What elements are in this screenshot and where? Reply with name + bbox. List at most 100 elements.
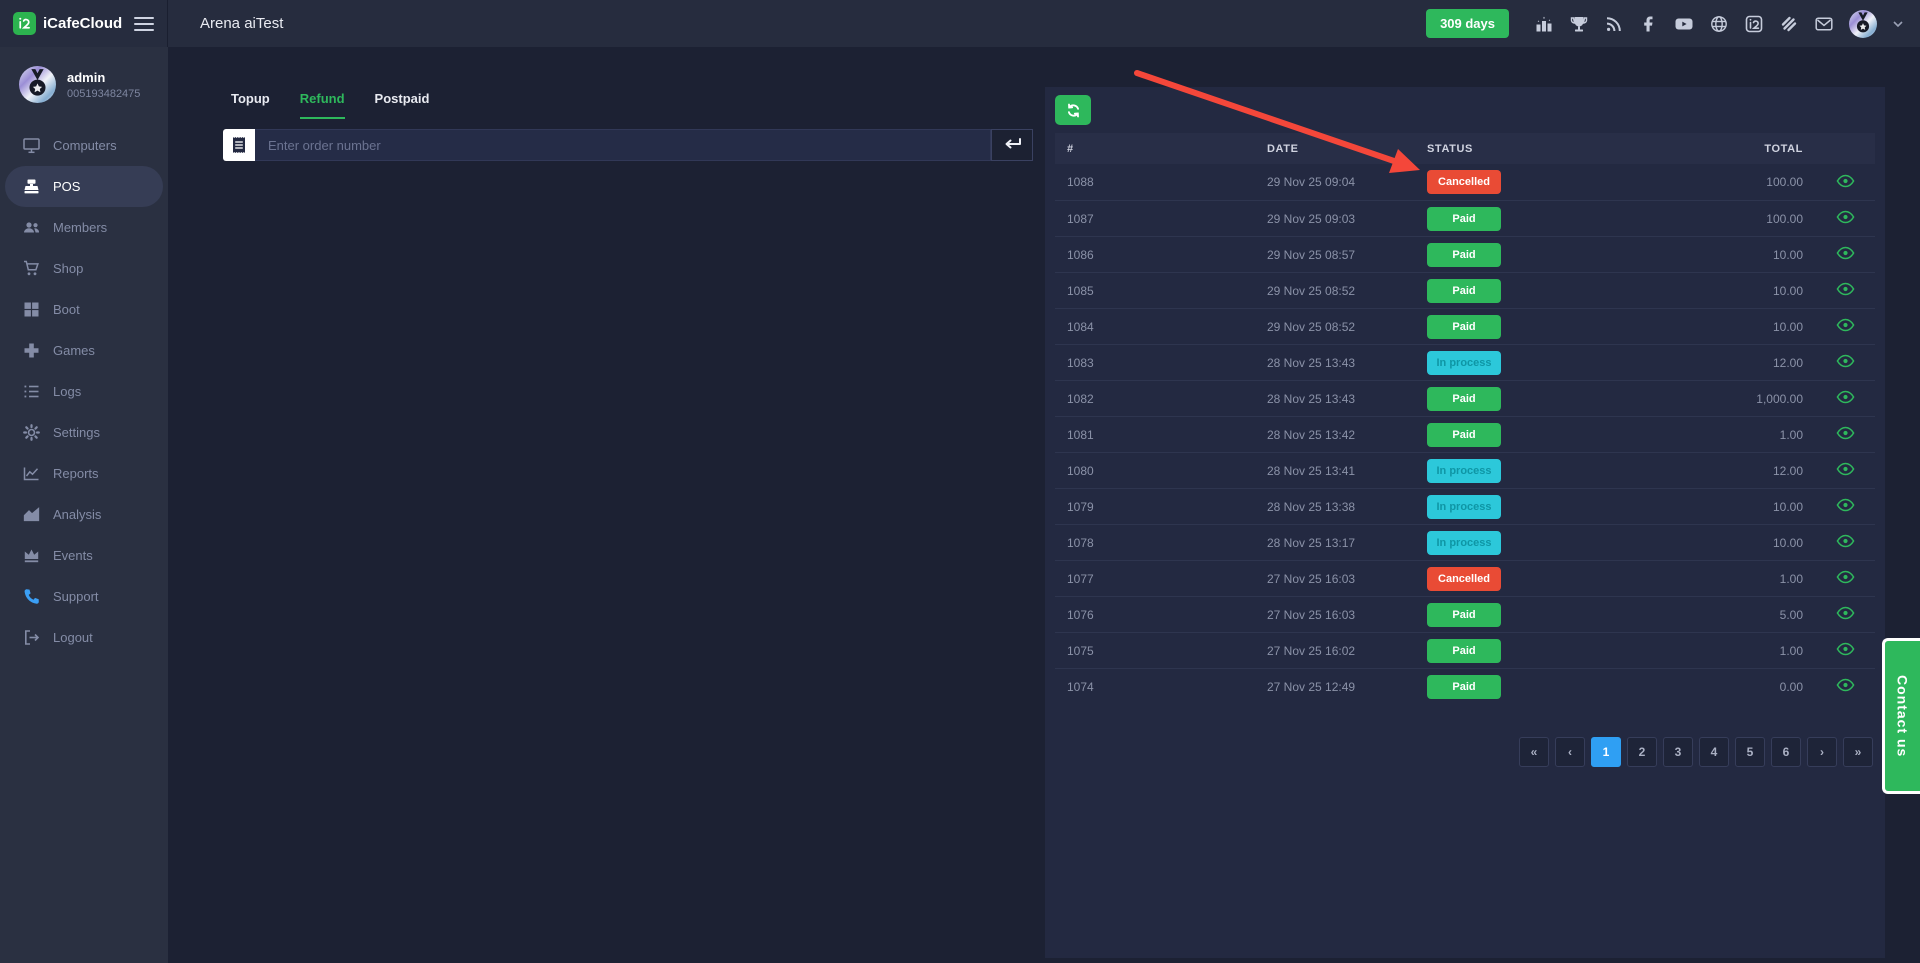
status-badge: Cancelled — [1427, 567, 1501, 591]
sidebar-item-members[interactable]: Members — [0, 207, 168, 248]
sidebar-item-logout[interactable]: Logout — [0, 617, 168, 658]
rss-icon[interactable] — [1604, 14, 1624, 34]
sidebar-item-logs[interactable]: Logs — [0, 371, 168, 412]
status-badge: In process — [1427, 531, 1501, 555]
sidebar-item-shop[interactable]: Shop — [0, 248, 168, 289]
order-id: 1083 — [1055, 356, 1255, 370]
sidebar-item-label: Logs — [53, 384, 81, 399]
view-order-button[interactable] — [1815, 678, 1875, 692]
order-id: 1080 — [1055, 464, 1255, 478]
youtube-icon[interactable] — [1674, 14, 1694, 34]
tab-refund[interactable]: Refund — [300, 91, 345, 119]
sidebar-item-events[interactable]: Events — [0, 535, 168, 576]
sidebar-item-computers[interactable]: Computers — [0, 125, 168, 166]
user-name: admin — [67, 70, 140, 85]
pagination-page-3[interactable]: 3 — [1663, 737, 1693, 767]
sidebar-item-label: Computers — [53, 138, 117, 153]
games-icon — [23, 342, 40, 359]
pagination-first[interactable]: « — [1519, 737, 1549, 767]
sidebar-item-analysis[interactable]: Analysis — [0, 494, 168, 535]
sidebar-item-boot[interactable]: Boot — [0, 289, 168, 330]
sidebar-item-reports[interactable]: Reports — [0, 453, 168, 494]
trophy-icon[interactable] — [1569, 14, 1589, 34]
sidebar-item-games[interactable]: Games — [0, 330, 168, 371]
pagination-page-6[interactable]: 6 — [1771, 737, 1801, 767]
status-badge: In process — [1427, 459, 1501, 483]
hamburger-menu-icon[interactable] — [134, 17, 154, 31]
chevron-down-icon[interactable] — [1892, 18, 1904, 30]
sidebar-item-label: Analysis — [53, 507, 101, 522]
ranking-icon[interactable] — [1534, 14, 1554, 34]
view-order-button[interactable] — [1815, 390, 1875, 404]
table-row: 1087 29 Nov 25 09:03 Paid 100.00 — [1055, 200, 1875, 236]
order-id: 1086 — [1055, 248, 1255, 262]
icafecloud-site-icon[interactable] — [1744, 14, 1764, 34]
view-order-button[interactable] — [1815, 606, 1875, 620]
order-total: 100.00 — [1695, 212, 1815, 226]
order-date: 28 Nov 25 13:17 — [1255, 536, 1415, 550]
view-order-button[interactable] — [1815, 174, 1875, 188]
refresh-button[interactable] — [1055, 95, 1091, 125]
table-row: 1075 27 Nov 25 16:02 Paid 1.00 — [1055, 632, 1875, 668]
order-date: 27 Nov 25 16:03 — [1255, 608, 1415, 622]
contact-us-button[interactable]: Contact us — [1882, 638, 1920, 794]
computers-icon — [23, 137, 40, 154]
view-order-button[interactable] — [1815, 534, 1875, 548]
layers-icon[interactable] — [1779, 14, 1799, 34]
pagination-next[interactable]: › — [1807, 737, 1837, 767]
page-title: Arena aiTest — [200, 15, 283, 32]
view-order-button[interactable] — [1815, 246, 1875, 260]
sidebar-user[interactable]: admin 005193482475 — [0, 47, 168, 111]
brand-name: iCafeCloud — [43, 15, 134, 32]
order-total: 0.00 — [1695, 680, 1815, 694]
user-avatar[interactable] — [1849, 10, 1877, 38]
shop-icon — [23, 260, 40, 277]
order-id: 1087 — [1055, 212, 1255, 226]
icafecloud-logo-icon[interactable] — [13, 12, 36, 35]
boot-icon — [23, 301, 40, 318]
subscription-days-button[interactable]: 309 days — [1426, 9, 1509, 38]
status-badge: Paid — [1427, 603, 1501, 627]
order-total: 1.00 — [1695, 644, 1815, 658]
sidebar-item-pos[interactable]: POS — [5, 166, 163, 207]
facebook-icon[interactable] — [1639, 14, 1659, 34]
view-order-button[interactable] — [1815, 462, 1875, 476]
order-search — [223, 129, 1033, 161]
view-order-button[interactable] — [1815, 318, 1875, 332]
status-badge: In process — [1427, 495, 1501, 519]
pagination-page-2[interactable]: 2 — [1627, 737, 1657, 767]
order-date: 29 Nov 25 08:57 — [1255, 248, 1415, 262]
pagination-page-4[interactable]: 4 — [1699, 737, 1729, 767]
view-order-button[interactable] — [1815, 642, 1875, 656]
enter-button[interactable] — [991, 129, 1033, 161]
logout-icon — [23, 629, 40, 646]
user-id: 005193482475 — [67, 88, 140, 100]
sidebar-item-settings[interactable]: Settings — [0, 412, 168, 453]
tab-postpaid[interactable]: Postpaid — [375, 91, 430, 119]
pagination-page-5[interactable]: 5 — [1735, 737, 1765, 767]
status-badge: In process — [1427, 351, 1501, 375]
order-id: 1081 — [1055, 428, 1255, 442]
mail-icon[interactable] — [1814, 14, 1834, 34]
view-order-button[interactable] — [1815, 570, 1875, 584]
search-input[interactable] — [255, 129, 991, 161]
pagination-last[interactable]: » — [1843, 737, 1873, 767]
brand: iCafeCloud — [0, 0, 168, 47]
view-order-button[interactable] — [1815, 282, 1875, 296]
view-order-button[interactable] — [1815, 426, 1875, 440]
view-order-button[interactable] — [1815, 498, 1875, 512]
support-icon — [23, 588, 40, 605]
status-badge: Paid — [1427, 315, 1501, 339]
view-order-button[interactable] — [1815, 354, 1875, 368]
col-header-id: # — [1055, 143, 1255, 155]
sidebar-item-label: Logout — [53, 630, 93, 645]
globe-icon[interactable] — [1709, 14, 1729, 34]
sidebar-item-support[interactable]: Support — [0, 576, 168, 617]
view-order-button[interactable] — [1815, 210, 1875, 224]
pagination-prev[interactable]: ‹ — [1555, 737, 1585, 767]
pagination-page-1[interactable]: 1 — [1591, 737, 1621, 767]
order-total: 5.00 — [1695, 608, 1815, 622]
tab-topup[interactable]: Topup — [231, 91, 270, 119]
order-total: 100.00 — [1695, 175, 1815, 189]
order-total: 1.00 — [1695, 428, 1815, 442]
